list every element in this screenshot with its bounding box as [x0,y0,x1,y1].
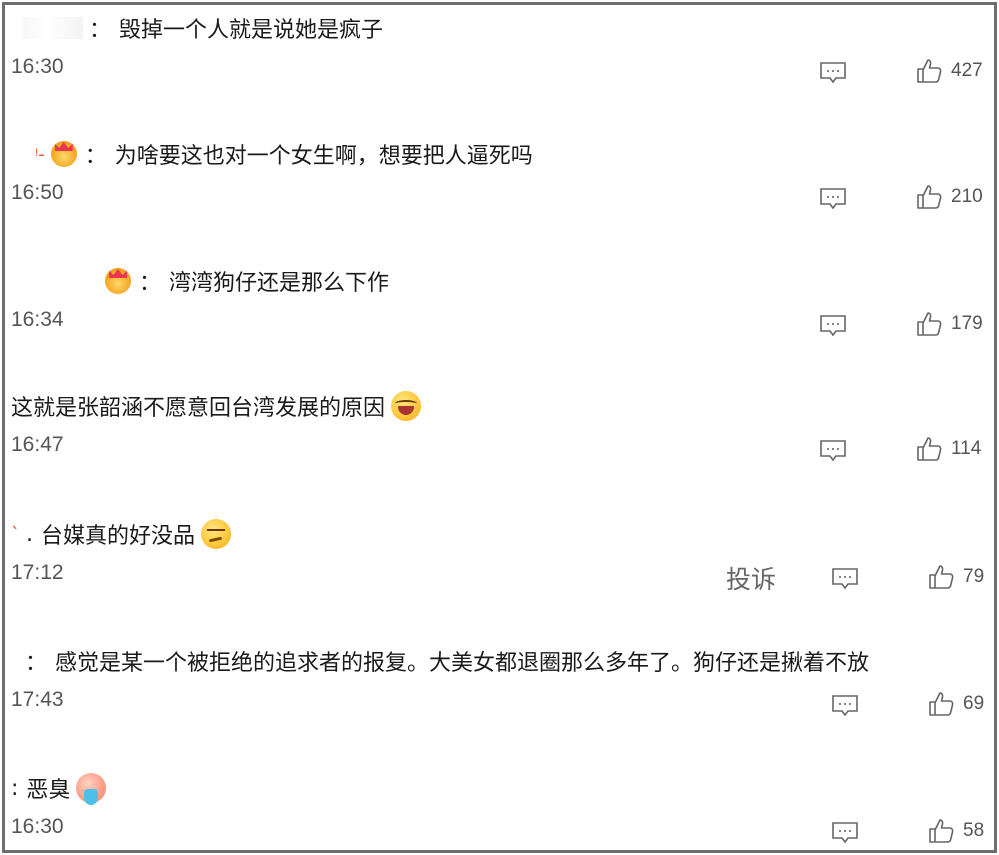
name-separator: ： [139,271,162,296]
comment-text: 这就是张韶涵不愿意回台湾发展的原因 [11,396,386,421]
crown-badge-icon [50,141,77,167]
comment-time: 17:12 [11,561,64,584]
comment-text-line: 这就是张韶涵不愿意回台湾发展的原因 [11,389,422,423]
comment-time: 16:30 [11,55,64,78]
thumbs-up-icon [917,437,942,461]
like-count: 179 [951,313,983,334]
comment-text: 毁掉一个人就是说她是疯子 [119,18,384,43]
comment-text: 湾湾狗仔还是那么下作 [169,271,390,296]
comment-item: : 恶臭 16:30 58 [5,771,994,850]
like-button[interactable]: 114 [915,435,981,463]
reply-icon[interactable] [819,439,847,463]
like-count: 427 [951,60,983,81]
name-separator: ： [25,651,48,676]
comment-text-line: ： 毁掉一个人就是说她是疯子 [23,11,383,45]
thinking-emoji [201,519,232,549]
like-button[interactable]: 210 [915,183,983,211]
like-count: 69 [963,693,985,714]
comment-item: ᵎ- ： 为啥要这也对一个女生啊，想要把人逼死吗 16:50 210 [5,137,994,257]
like-count: 114 [951,438,982,459]
vomit-emoji [76,773,107,805]
name-separator: ： [84,144,107,169]
like-count: 58 [963,820,985,841]
comment-time: 16:47 [11,433,64,456]
comment-list: ： 毁掉一个人就是说她是疯子 16:30 427 ᵎ- ： 为啥要这也对一个女生… [2,2,997,853]
comment-text-line: ᵎ- ： 为啥要这也对一个女生啊，想要把人逼死吗 [35,137,533,171]
comment-item: ： 毁掉一个人就是说她是疯子 16:30 427 [5,11,994,131]
reply-icon[interactable] [831,821,859,845]
report-button[interactable]: 投诉 [726,560,776,596]
comment-item: ： 湾湾狗仔还是那么下作 16:34 179 [5,264,994,384]
reply-icon[interactable] [819,314,847,338]
thumbs-up-icon [929,819,954,843]
like-button[interactable]: 79 [927,563,984,591]
reply-icon[interactable] [831,567,859,591]
comment-text: 感觉是某一个被拒绝的追求者的报复。大美女都退圈那么多年了。狗仔还是揪着不放 [55,651,870,676]
username-mark[interactable]: ` [11,524,20,545]
name-separator: : [11,775,19,801]
comment-time: 16:34 [11,308,64,331]
like-count: 79 [963,566,985,587]
comment-text: 为啥要这也对一个女生啊，想要把人逼死吗 [114,144,533,169]
comment-time: 16:30 [11,815,64,838]
reply-icon[interactable] [831,694,859,718]
like-button[interactable]: 427 [915,57,983,85]
thumbs-up-icon [917,312,942,336]
like-button[interactable]: 58 [927,817,984,845]
laugh-cry-emoji [391,391,422,421]
comment-time: 17:43 [11,688,64,711]
thumbs-up-icon [929,692,954,716]
comment-text: 台媒真的好没品 [41,524,196,549]
name-separator: . [26,521,33,547]
comment-item: ` . 台媒真的好没品 17:12 投诉 79 [5,517,994,637]
comment-text: 恶臭 [26,778,71,803]
comment-text-line: ： 感觉是某一个被拒绝的追求者的报复。大美女都退圈那么多年了。狗仔还是揪着不放 [25,644,869,678]
username-masked[interactable] [23,17,83,39]
comment-item: ： 感觉是某一个被拒绝的追求者的报复。大美女都退圈那么多年了。狗仔还是揪着不放 … [5,644,994,764]
comment-text-line: ： 湾湾狗仔还是那么下作 [105,264,389,298]
reply-icon[interactable] [819,61,847,85]
thumbs-up-icon [917,59,942,83]
thumbs-up-icon [917,185,942,209]
username-mark[interactable]: ᵎ- [35,144,45,165]
comment-time: 16:50 [11,181,64,204]
reply-icon[interactable] [819,187,847,211]
comment-text-line: : 恶臭 [11,771,107,805]
like-button[interactable]: 69 [927,690,984,718]
like-button[interactable]: 179 [915,310,983,338]
comment-item: 这就是张韶涵不愿意回台湾发展的原因 16:47 114 [5,389,994,509]
comment-text-line: ` . 台媒真的好没品 [11,517,232,551]
like-count: 210 [951,186,983,207]
thumbs-up-icon [929,565,954,589]
crown-badge-icon[interactable] [105,268,131,294]
name-separator: ： [89,18,112,43]
